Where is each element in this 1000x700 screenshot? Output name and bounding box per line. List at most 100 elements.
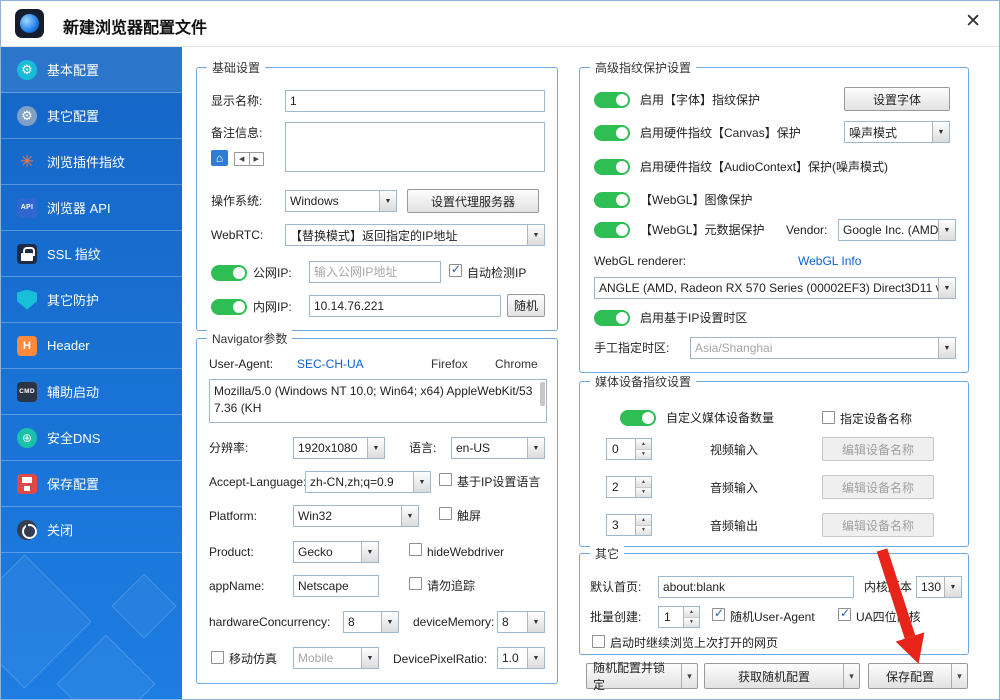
os-select[interactable]: Windows ▼ xyxy=(285,190,397,212)
touch-screen-label: 触屏 xyxy=(457,509,482,523)
video-input-count-spinner[interactable]: 0 ▲ ▼ xyxy=(606,438,652,460)
set-font-button[interactable]: 设置字体 xyxy=(844,87,950,111)
home-icon[interactable]: ⌂ xyxy=(211,150,228,166)
webgl-info-link[interactable]: WebGL Info xyxy=(798,254,861,268)
webgl-meta-toggle[interactable] xyxy=(594,222,630,238)
scrollbar[interactable] xyxy=(540,382,545,406)
webgl-image-toggle[interactable] xyxy=(594,192,630,208)
batch-count-spinner[interactable]: 1 ▲ ▼ xyxy=(658,606,700,628)
auto-detect-ip-checkbox[interactable] xyxy=(449,263,462,277)
dpr-select[interactable]: 1.0 ▼ xyxy=(497,647,545,669)
hide-webdriver-checkbox[interactable] xyxy=(409,543,422,556)
ip-language-checkbox[interactable] xyxy=(439,473,452,486)
public-ip-toggle[interactable] xyxy=(211,265,247,281)
sec-ch-ua-link[interactable]: SEC-CH-UA xyxy=(297,357,364,371)
spinner-down-icon[interactable]: ▼ xyxy=(636,487,651,497)
audio-output-count-spinner[interactable]: 3 ▲ ▼ xyxy=(606,514,652,536)
specify-device-names-checkbox[interactable] xyxy=(822,411,835,424)
edit-device-name-button[interactable]: 编辑设备名称 xyxy=(822,475,934,499)
chevron-down-icon[interactable]: ▾ xyxy=(681,664,697,688)
homepage-input[interactable] xyxy=(658,576,854,598)
get-random-config-button[interactable]: 获取随机配置 ▾ xyxy=(704,663,860,689)
proxy-server-button[interactable]: 设置代理服务器 xyxy=(407,189,539,213)
save-config-button[interactable]: 保存配置 ▾ xyxy=(868,663,968,689)
section-title: 高级指纹保护设置 xyxy=(590,59,697,76)
lan-ip-input[interactable] xyxy=(309,295,501,317)
product-select[interactable]: Gecko ▼ xyxy=(293,541,379,563)
vendor-select[interactable]: Google Inc. (AMD ▼ xyxy=(838,219,956,241)
spinner-up-icon[interactable]: ▲ xyxy=(636,515,651,526)
chrome-link[interactable]: Chrome xyxy=(495,357,538,371)
ua-kernel-checkbox[interactable] xyxy=(838,607,851,621)
random-ua-checkbox[interactable] xyxy=(712,607,725,621)
gear-icon: ⚙ xyxy=(17,59,37,80)
batch-create-label: 批量创建: xyxy=(590,610,642,624)
random-ip-button[interactable]: 随机 xyxy=(507,294,545,317)
do-not-track-checkbox[interactable] xyxy=(409,577,422,590)
nav-arrows[interactable]: ◀ ▶ xyxy=(234,152,264,166)
user-agent-text: Mozilla/5.0 (Windows NT 10.0; Win64; x64… xyxy=(214,384,533,415)
sidebar-item-aux-launch[interactable]: CMD 辅助启动 xyxy=(1,369,182,415)
accept-language-select[interactable]: zh-CN,zh;q=0.9 ▼ xyxy=(305,471,431,493)
font-protect-label: 启用【字体】指纹保护 xyxy=(640,93,761,107)
canvas-mode-select[interactable]: 噪声模式 ▼ xyxy=(844,121,950,143)
firefox-link[interactable]: Firefox xyxy=(431,357,468,371)
section-advanced-fingerprint: 高级指纹保护设置 启用【字体】指纹保护 设置字体 启用硬件指纹【Canvas】保… xyxy=(579,59,969,373)
renderer-select[interactable]: ANGLE (AMD, Radeon RX 570 Series (00002E… xyxy=(594,277,956,299)
sidebar-item-close[interactable]: 关闭 xyxy=(1,507,182,553)
ip-timezone-toggle[interactable] xyxy=(594,310,630,326)
font-protect-toggle[interactable] xyxy=(594,92,630,108)
custom-media-count-toggle[interactable] xyxy=(620,410,656,426)
appname-input[interactable] xyxy=(293,575,379,597)
arrow-left-icon[interactable]: ◀ xyxy=(235,153,250,165)
custom-media-count-label: 自定义媒体设备数量 xyxy=(666,411,775,425)
sidebar-item-plugin-fingerprint[interactable]: ✳ 浏览插件指纹 xyxy=(1,139,182,185)
sidebar-item-save-config[interactable]: 保存配置 xyxy=(1,461,182,507)
chevron-down-icon[interactable]: ▾ xyxy=(951,664,967,688)
canvas-protect-toggle[interactable] xyxy=(594,125,630,141)
video-input-label: 视频输入 xyxy=(710,443,759,457)
spinner-down-icon[interactable]: ▼ xyxy=(684,617,699,627)
spinner-up-icon[interactable]: ▲ xyxy=(636,439,651,450)
lan-ip-label: 内网IP: xyxy=(253,300,292,314)
language-select[interactable]: en-US ▼ xyxy=(451,437,545,459)
mobile-emulation-checkbox[interactable] xyxy=(211,651,224,664)
resolution-select[interactable]: 1920x1080 ▼ xyxy=(293,437,385,459)
device-memory-select[interactable]: 8 ▼ xyxy=(497,611,545,633)
power-icon xyxy=(17,519,37,540)
webrtc-select[interactable]: 【替换模式】返回指定的IP地址 ▼ xyxy=(285,224,545,246)
arrow-right-icon[interactable]: ▶ xyxy=(250,153,264,165)
public-ip-input[interactable] xyxy=(309,261,441,283)
edit-device-name-button[interactable]: 编辑设备名称 xyxy=(822,513,934,537)
touch-screen-checkbox[interactable] xyxy=(439,507,452,520)
restore-pages-checkbox[interactable] xyxy=(592,635,605,648)
kernel-version-select[interactable]: 130 ▼ xyxy=(916,576,962,598)
audio-input-count-spinner[interactable]: 2 ▲ ▼ xyxy=(606,476,652,498)
sidebar-item-other-protection[interactable]: 其它防护 xyxy=(1,277,182,323)
sidebar-item-label: 浏览器 API xyxy=(47,201,111,216)
hardware-concurrency-select[interactable]: 8 ▼ xyxy=(343,611,399,633)
sidebar-item-header[interactable]: H Header xyxy=(1,323,182,369)
sidebar-item-basic-config[interactable]: ⚙ 基本配置 xyxy=(1,47,182,93)
manual-timezone-select[interactable]: Asia/Shanghai ▼ xyxy=(690,337,956,359)
edit-device-name-button[interactable]: 编辑设备名称 xyxy=(822,437,934,461)
chevron-down-icon: ▼ xyxy=(938,220,955,240)
sidebar-item-other-config[interactable]: ⚙ 其它配置 xyxy=(1,93,182,139)
spinner-down-icon[interactable]: ▼ xyxy=(636,525,651,535)
spinner-up-icon[interactable]: ▲ xyxy=(684,607,699,618)
audio-protect-toggle[interactable] xyxy=(594,159,630,175)
platform-select[interactable]: Win32 ▼ xyxy=(293,505,419,527)
spinner-down-icon[interactable]: ▼ xyxy=(636,449,651,459)
sidebar-item-secure-dns[interactable]: ⊕ 安全DNS xyxy=(1,415,182,461)
sidebar-item-browser-api[interactable]: API 浏览器 API xyxy=(1,185,182,231)
note-textarea[interactable] xyxy=(285,122,545,172)
display-name-input[interactable] xyxy=(285,90,545,112)
mobile-select[interactable]: Mobile ▼ xyxy=(293,647,379,669)
sidebar-item-ssl-fingerprint[interactable]: SSL 指纹 xyxy=(1,231,182,277)
close-icon[interactable]: ✕ xyxy=(965,12,981,31)
random-lock-button[interactable]: 随机配置并锁定 ▾ xyxy=(586,661,698,692)
spinner-up-icon[interactable]: ▲ xyxy=(636,477,651,488)
user-agent-textarea[interactable]: Mozilla/5.0 (Windows NT 10.0; Win64; x64… xyxy=(209,379,547,423)
lan-ip-toggle[interactable] xyxy=(211,299,247,315)
chevron-down-icon[interactable]: ▾ xyxy=(843,664,859,688)
